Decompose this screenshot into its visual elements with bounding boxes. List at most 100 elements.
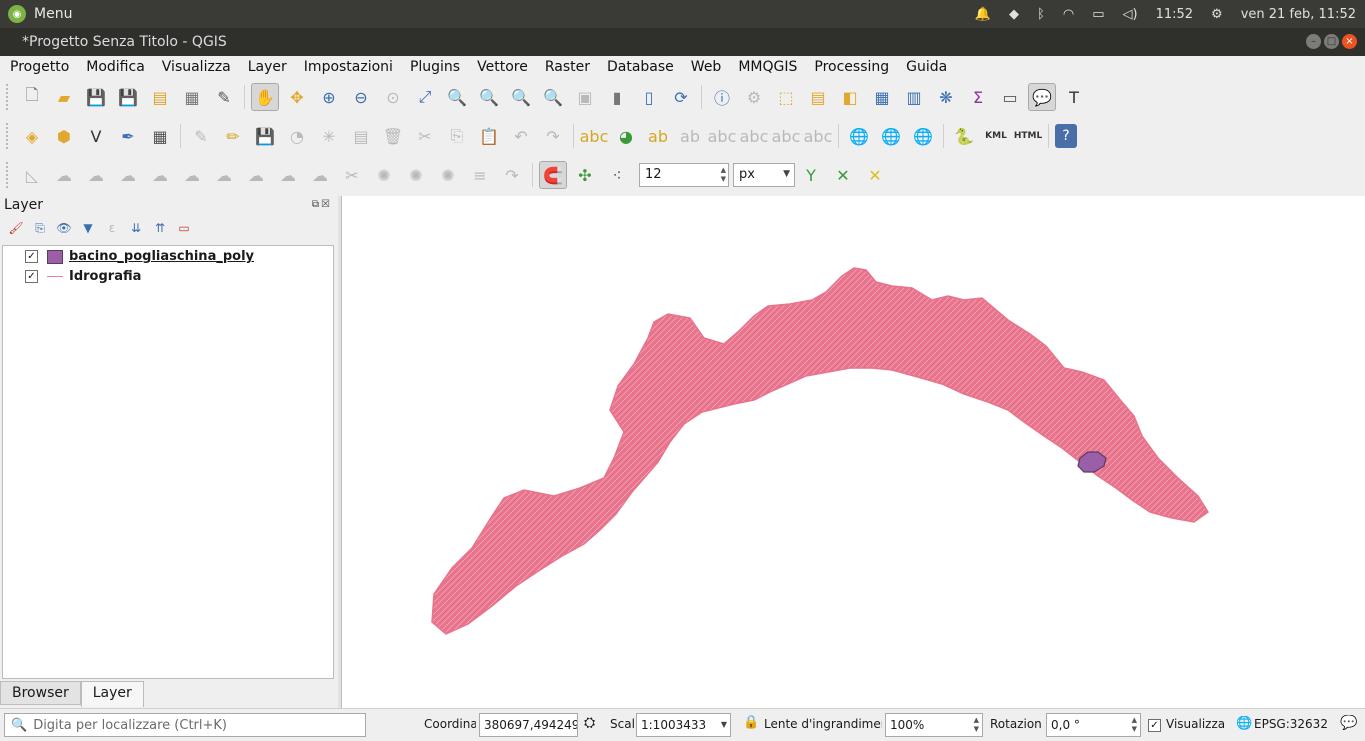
- spinbox-arrows-icon[interactable]: ▲ ▼: [974, 716, 979, 734]
- toolbar-grip[interactable]: [6, 84, 12, 110]
- menu-raster[interactable]: Raster: [538, 59, 597, 75]
- menu-database[interactable]: Database: [600, 59, 681, 75]
- processing-toolbox-icon[interactable]: ❋: [932, 83, 960, 111]
- vertex-tool-icon[interactable]: ✳: [315, 122, 343, 150]
- add-part-icon[interactable]: ☁: [50, 161, 78, 189]
- menu-layer[interactable]: Layer: [241, 59, 294, 75]
- paste-features-icon[interactable]: 📋: [475, 122, 503, 150]
- maximize-button[interactable]: □: [1324, 34, 1339, 49]
- highlight-pinned-labels-icon[interactable]: ab: [676, 122, 704, 150]
- field-calculator-icon[interactable]: ▥: [900, 83, 928, 111]
- menu-modifica[interactable]: Modifica: [79, 59, 152, 75]
- simplify-icon[interactable]: ☁: [114, 161, 142, 189]
- locator-input[interactable]: [33, 717, 354, 733]
- bookmarks-icon[interactable]: ▯: [635, 83, 663, 111]
- menu-impostazioni[interactable]: Impostazioni: [297, 59, 400, 75]
- menu-processing[interactable]: Processing: [807, 59, 896, 75]
- offset-curve-icon[interactable]: ☁: [242, 161, 270, 189]
- identify-features-icon[interactable]: ⓘ: [708, 83, 736, 111]
- settings-gear-icon[interactable]: ⚙: [1211, 7, 1223, 22]
- layer-name[interactable]: bacino_pogliaschina_poly: [69, 249, 254, 264]
- self-snapping-icon[interactable]: ✕: [861, 161, 889, 189]
- help-icon[interactable]: ?: [1055, 124, 1077, 148]
- system-menu-label[interactable]: Menu: [34, 6, 72, 22]
- layer-row-bacino[interactable]: ✓ bacino_pogliaschina_poly: [3, 247, 333, 266]
- topological-editing-icon[interactable]: Y: [797, 161, 825, 189]
- menu-visualizza[interactable]: Visualizza: [155, 59, 238, 75]
- style-manager-icon[interactable]: ✎: [210, 83, 238, 111]
- messages-icon[interactable]: 💬: [1340, 715, 1357, 731]
- expand-all-icon[interactable]: ⇊: [126, 218, 146, 238]
- menu-logo-icon[interactable]: ◉: [8, 5, 26, 23]
- toggle-editing-icon[interactable]: ✏: [219, 122, 247, 150]
- render-checkbox[interactable]: ✓: [1148, 719, 1161, 732]
- add-ring-icon[interactable]: ◺: [18, 161, 46, 189]
- scale-combobox[interactable]: 1:1003433 ▼: [636, 713, 731, 737]
- save-project-icon[interactable]: 💾: [82, 83, 110, 111]
- zoom-to-layer-icon[interactable]: 🔍: [475, 83, 503, 111]
- python-console-icon[interactable]: 🐍: [950, 122, 978, 150]
- statistical-summary-icon[interactable]: Σ: [964, 83, 992, 111]
- zoom-in-icon[interactable]: ⊕: [315, 83, 343, 111]
- open-project-icon[interactable]: ▰: [50, 83, 78, 111]
- change-label-icon[interactable]: abc: [804, 122, 833, 150]
- menu-progetto[interactable]: Progetto: [3, 59, 76, 75]
- filter-legend-icon[interactable]: ▼: [78, 218, 98, 238]
- run-action-icon[interactable]: ⚙: [740, 83, 768, 111]
- new-geopackage-layer-icon[interactable]: ⬢: [50, 122, 78, 150]
- layer-visibility-checkbox[interactable]: ✓: [25, 250, 38, 263]
- coordinate-field[interactable]: 380697,4942491: [479, 713, 578, 737]
- bluetooth-icon[interactable]: ᛒ: [1037, 7, 1045, 22]
- zoom-out-icon[interactable]: ⊖: [347, 83, 375, 111]
- add-wfs-layer-icon[interactable]: 🌐: [877, 122, 905, 150]
- remove-layer-icon[interactable]: ▭: [174, 218, 194, 238]
- menu-web[interactable]: Web: [684, 59, 729, 75]
- line-symbol-icon[interactable]: [47, 276, 63, 277]
- reshape-icon[interactable]: ☁: [210, 161, 238, 189]
- crs-globe-icon[interactable]: 🌐: [1236, 716, 1252, 731]
- panel-float-close-icon[interactable]: ⧉☒: [312, 199, 332, 210]
- layer-name[interactable]: Idrografia: [69, 269, 141, 284]
- offset-point-symbols-icon[interactable]: ✺: [402, 161, 430, 189]
- temporal-controller-icon[interactable]: ▮: [603, 83, 631, 111]
- delete-part-icon[interactable]: ☁: [178, 161, 206, 189]
- rotation-spinbox[interactable]: 0,0 ° ▲ ▼: [1046, 713, 1141, 737]
- refresh-icon[interactable]: ⟳: [667, 83, 695, 111]
- toolbar-grip[interactable]: [6, 123, 12, 149]
- snapping-unit-select[interactable]: px ▼: [733, 163, 795, 187]
- locator-bar[interactable]: 🔍: [4, 713, 366, 737]
- snapping-tolerance-input[interactable]: 12 ▲ ▼: [639, 163, 729, 187]
- delete-selected-icon[interactable]: 🗑: [379, 122, 407, 150]
- spinbox-arrows-icon[interactable]: ▲ ▼: [721, 166, 726, 184]
- snapping-intersection-icon[interactable]: ✕: [829, 161, 857, 189]
- copy-features-icon[interactable]: ⎘: [443, 122, 471, 150]
- add-group-icon[interactable]: ⎘: [30, 218, 50, 238]
- system-clock[interactable]: 11:52: [1156, 7, 1193, 22]
- add-raster-layer-icon[interactable]: ✒: [114, 122, 142, 150]
- save-as-icon[interactable]: 💾: [114, 83, 142, 111]
- open-styling-panel-icon[interactable]: 🖌: [6, 218, 26, 238]
- add-vector-layer-icon[interactable]: V: [82, 122, 110, 150]
- snapping-type-icon[interactable]: ⁖: [603, 161, 631, 189]
- snapping-layers-icon[interactable]: ✣: [571, 161, 599, 189]
- spinbox-arrows-icon[interactable]: ▲ ▼: [1132, 716, 1137, 734]
- new-project-icon[interactable]: 🗋: [18, 83, 46, 111]
- measure-line-icon[interactable]: ▭: [996, 83, 1024, 111]
- rotate-point-symbols-icon[interactable]: ✺: [370, 161, 398, 189]
- manage-visibility-icon[interactable]: 👁: [54, 218, 74, 238]
- crs-label[interactable]: EPSG:32632: [1254, 717, 1328, 731]
- new-map-view-icon[interactable]: ▣: [571, 83, 599, 111]
- layer-visibility-checkbox[interactable]: ✓: [25, 270, 38, 283]
- modify-attributes-icon[interactable]: ▤: [347, 122, 375, 150]
- pan-to-selection-icon[interactable]: ✥: [283, 83, 311, 111]
- new-print-layout-icon[interactable]: ▤: [146, 83, 174, 111]
- kml-export-icon[interactable]: KML: [982, 122, 1010, 150]
- deselect-all-icon[interactable]: ◧: [836, 83, 864, 111]
- redo-icon[interactable]: ↷: [539, 122, 567, 150]
- toolbar-grip[interactable]: [6, 162, 12, 188]
- map-tips-icon[interactable]: 💬: [1028, 83, 1056, 111]
- html-export-icon[interactable]: HTML: [1014, 122, 1042, 150]
- menu-vettore[interactable]: Vettore: [470, 59, 535, 75]
- polygon-symbol-icon[interactable]: [47, 249, 63, 264]
- metasearch-icon[interactable]: 🌐: [909, 122, 937, 150]
